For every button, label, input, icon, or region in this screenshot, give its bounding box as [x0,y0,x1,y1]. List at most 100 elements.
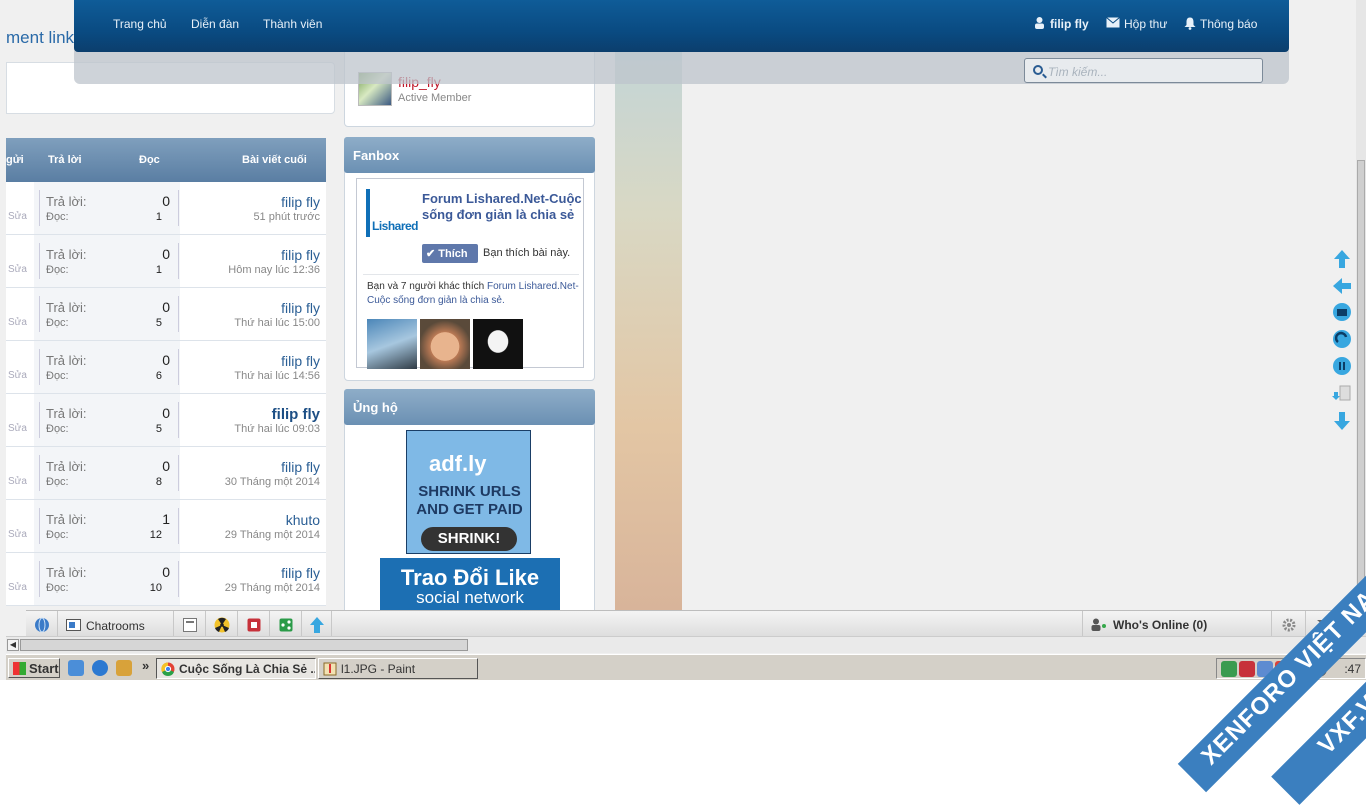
horizontal-scrollbar[interactable]: ◀ [6,636,1366,653]
vertical-scrollbar[interactable] [1356,0,1366,610]
share-button[interactable] [270,611,302,639]
scroll-up-button[interactable] [302,611,332,639]
red-app-button[interactable] [238,611,270,639]
mail-circle-icon[interactable] [1332,302,1352,322]
table-row[interactable]: Sửa Trả lời: Đọc: 0 8 filip fly 30 Tháng một 2… [6,447,326,500]
fb-like-status: Bạn thích bài này. [483,247,571,259]
search-input[interactable]: Tìm kiếm... [1024,58,1263,83]
tray-icon[interactable] [1239,661,1255,677]
taskbar-paint-window[interactable]: l1.JPG - Paint [318,658,478,679]
adfly-banner[interactable]: adf.ly SHRINK URLS AND GET PAID SHRINK! [406,430,531,554]
edit-link[interactable]: Sửa [8,582,27,593]
header-poster[interactable]: gửi [6,154,24,166]
fb-page-name[interactable]: Forum Lishared.Net-Cuộc sống đơn giản là… [422,191,582,223]
ie-icon[interactable] [92,660,108,676]
last-post-time[interactable]: Thứ hai lúc 09:03 [234,423,320,435]
nav-inbox[interactable]: Hộp thư [1124,17,1167,31]
table-row[interactable]: Sửa Trả lời: Đọc: 0 1 filip fly 51 phút trước [6,182,326,235]
tray-icon[interactable] [1221,661,1237,677]
fan-avatar[interactable] [473,319,523,369]
back-arrow-icon[interactable] [1332,276,1352,296]
pause-icon[interactable] [1332,356,1352,376]
fb-like-button[interactable]: ✔ Thích [422,244,478,263]
views-count: 8 [155,476,162,488]
radiation-button[interactable] [206,611,238,639]
nav-members[interactable]: Thành viên [263,17,322,31]
replies-count: 0 [162,405,170,421]
fan-avatar[interactable] [367,319,417,369]
last-post-time[interactable]: Thứ hai lúc 14:56 [234,370,320,382]
last-poster-link[interactable]: filip fly [281,565,320,581]
nav-alerts[interactable]: Thông báo [1200,17,1257,31]
edit-link[interactable]: Sửa [8,423,27,434]
window-icon [183,618,197,632]
last-poster-link[interactable]: filip fly [281,194,320,210]
fan-avatar[interactable] [420,319,470,369]
chat-window-button[interactable] [174,611,206,639]
gear-icon [1282,618,1296,632]
last-post-time[interactable]: 30 Tháng một 2014 [225,476,320,488]
chrome-icon [161,662,175,676]
shrink-button[interactable]: SHRINK! [421,527,517,551]
edit-link[interactable]: Sửa [8,317,27,328]
last-post-time[interactable]: Hôm nay lúc 12:36 [228,264,320,276]
start-button[interactable]: Start [8,658,60,678]
nav-user[interactable]: filip fly [1050,17,1089,31]
table-row[interactable]: Sửa Trả lời: Đọc: 0 6 filip fly Thứ hai lúc 14… [6,341,326,394]
refresh-icon[interactable] [1332,329,1352,349]
table-row[interactable]: Sửa Trả lời: Đọc: 0 5 filip fly Thứ hai lúc 15… [6,288,326,341]
last-post-time[interactable]: 29 Tháng một 2014 [225,582,320,594]
scrollbar-thumb[interactable] [1357,160,1365,600]
edit-link[interactable]: Sửa [8,476,27,487]
last-post-time[interactable]: Thứ hai lúc 15:00 [234,317,320,329]
divider [39,455,40,491]
last-poster-link[interactable]: filip fly [272,406,320,423]
edit-link[interactable]: Sửa [8,529,27,540]
whos-online-button[interactable]: Who's Online (0) [1082,611,1272,639]
share-icon [279,618,293,632]
member-role: Active Member [398,92,472,104]
header-replies[interactable]: Trả lời [48,154,82,166]
taskbar-chrome-window[interactable]: Cuộc Sống Là Chia Sẻ ... [156,658,316,679]
like-exchange-banner[interactable]: Trao Đổi Like social network [380,558,560,610]
edit-link[interactable]: Sửa [8,211,27,222]
thread-list-header: gửi Trả lời Đọc Bài viết cuối [6,138,326,182]
thread-list-panel: ment link gửi Trả lời Đọc Bài viết cuối … [6,0,336,610]
last-post-time[interactable]: 29 Tháng một 2014 [225,529,320,541]
settings-button[interactable] [1272,611,1306,639]
scrollbar-thumb[interactable] [20,639,468,651]
last-poster-link[interactable]: filip fly [281,459,320,475]
navbar: Trang chủ Diễn đàn Thành viên filip fly … [74,0,1289,52]
header-views[interactable]: Đọc [139,154,160,166]
last-poster-link[interactable]: khuto [286,512,320,528]
clock[interactable]: :47 [1344,662,1361,676]
chatrooms-button[interactable]: Chatrooms [58,611,174,639]
table-row[interactable]: Sửa Trả lời: Đọc: 0 10 filip fly 29 Tháng một … [6,553,326,606]
divider [178,243,179,279]
last-post-time[interactable]: 51 phút trước [253,211,320,223]
nav-home[interactable]: Trang chủ [113,17,167,31]
header-last-post[interactable]: Bài viết cuối [242,154,307,166]
table-row[interactable]: Sửa Trả lời: Đọc: 0 1 filip fly Hôm nay lúc 12… [6,235,326,288]
quicklaunch-icon[interactable] [68,660,84,676]
divider [39,296,40,332]
last-poster-link[interactable]: filip fly [281,353,320,369]
last-poster-link[interactable]: filip fly [281,300,320,316]
edit-link[interactable]: Sửa [8,264,27,275]
table-row[interactable]: Sửa Trả lời: Đọc: 1 12 khuto 29 Tháng một 2014 [6,500,326,553]
scroll-left-button[interactable]: ◀ [7,639,19,651]
scroll-down-step-icon[interactable] [1332,384,1352,404]
nav-forums[interactable]: Diễn đàn [191,17,239,31]
table-row[interactable]: Sửa Trả lời: Đọc: 0 5 filip fly Thứ hai lúc 09… [6,394,326,447]
quicklaunch-icon[interactable] [116,660,132,676]
replies-count: 0 [162,299,170,315]
more-quicklaunch-icon[interactable]: » [142,658,149,673]
chat-home-button[interactable] [26,611,58,639]
last-poster-link[interactable]: filip fly [281,247,320,263]
scroll-bottom-icon[interactable] [1332,411,1352,431]
document-link[interactable]: ment link [6,28,74,48]
lishared-logo[interactable]: Lishared [366,189,419,237]
views-count: 1 [155,264,162,276]
scroll-top-icon[interactable] [1332,249,1352,269]
edit-link[interactable]: Sửa [8,370,27,381]
